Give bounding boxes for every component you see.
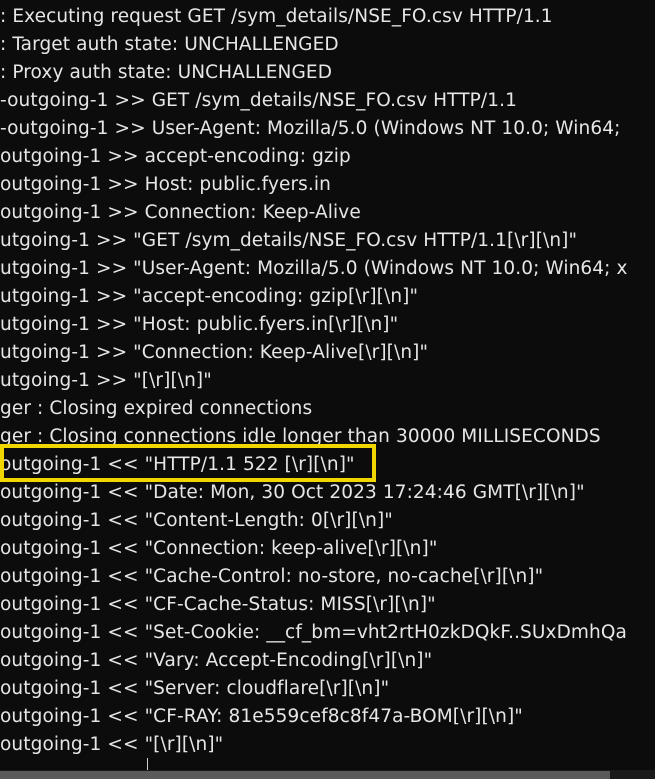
log-line: utgoing-1 >> "Host: public.fyers.in[\r][… — [0, 314, 399, 335]
log-line: -outgoing-1 >> GET /sym_details/NSE_FO.c… — [0, 90, 517, 111]
log-line: utgoing-1 >> "Connection: Keep-Alive[\r]… — [0, 342, 429, 363]
log-line: utgoing-1 >> "GET /sym_details/NSE_FO.cs… — [0, 230, 578, 251]
log-line: outgoing-1 << "CF-Cache-Status: MISS[\r]… — [0, 594, 436, 615]
log-line: utgoing-1 >> "User-Agent: Mozilla/5.0 (W… — [0, 258, 628, 279]
log-line: outgoing-1 << "Date: Mon, 30 Oct 2023 17… — [0, 482, 585, 503]
log-line: outgoing-1 >> accept-encoding: gzip — [0, 146, 351, 167]
log-line: outgoing-1 << "CF-RAY: 81e559cef8c8f47a-… — [0, 706, 523, 727]
terminal-log: : Executing request GET /sym_details/NSE… — [0, 3, 655, 759]
scrollbar-thumb[interactable] — [0, 771, 610, 779]
log-line-highlighted: outgoing-1 << "HTTP/1.1 522 [\r][\n]" — [0, 454, 355, 475]
log-line: outgoing-1 >> Host: public.fyers.in — [0, 174, 331, 195]
log-line: outgoing-1 << "Cache-Control: no-store, … — [0, 566, 544, 587]
log-line: outgoing-1 << "Content-Length: 0[\r][\n]… — [0, 510, 393, 531]
log-line: utgoing-1 >> "[\r][\n]" — [0, 370, 212, 391]
log-line: utgoing-1 >> "accept-encoding: gzip[\r][… — [0, 286, 419, 307]
log-line: outgoing-1 << "Set-Cookie: __cf_bm=vht2r… — [0, 622, 627, 643]
log-line: : Target auth state: UNCHALLENGED — [0, 34, 339, 55]
terminal-window[interactable]: : Executing request GET /sym_details/NSE… — [0, 0, 655, 779]
log-line: ger : Closing connections idle longer th… — [0, 426, 601, 447]
log-line: outgoing-1 << "[\r][\n]" — [0, 734, 224, 755]
log-line: outgoing-1 >> Connection: Keep-Alive — [0, 202, 361, 223]
log-line: : Proxy auth state: UNCHALLENGED — [0, 62, 333, 83]
log-line: outgoing-1 << "Vary: Accept-Encoding[\r]… — [0, 650, 433, 671]
cursor-marker — [147, 758, 148, 770]
horizontal-scrollbar[interactable] — [0, 770, 655, 779]
log-line: -outgoing-1 >> User-Agent: Mozilla/5.0 (… — [0, 118, 621, 139]
log-line: ger : Closing expired connections — [0, 398, 313, 419]
log-line: : Executing request GET /sym_details/NSE… — [0, 6, 553, 27]
log-line: outgoing-1 << "Connection: keep-alive[\r… — [0, 538, 438, 559]
log-line: outgoing-1 << "Server: cloudflare[\r][\n… — [0, 678, 390, 699]
